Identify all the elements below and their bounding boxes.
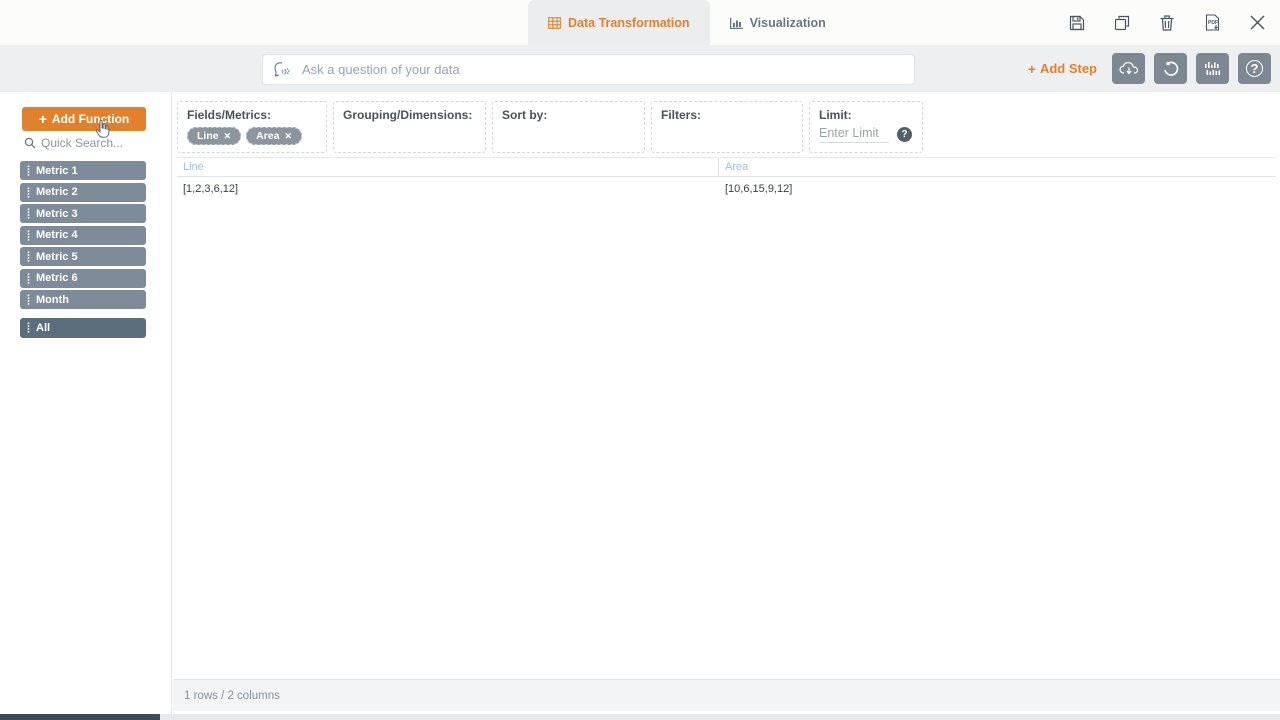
field-item-metric-5[interactable]: Metric 5	[20, 247, 146, 266]
search-icon	[24, 137, 36, 149]
limit-input[interactable]	[819, 126, 889, 143]
cloud-download-button[interactable]	[1112, 53, 1145, 84]
table-cell: [1,2,3,6,12]	[183, 183, 239, 195]
table-footer: 1 rows / 2 columns	[173, 679, 1280, 711]
field-item-month[interactable]: Month	[20, 290, 146, 309]
sort-by-dropzone[interactable]: Sort by:	[492, 101, 645, 153]
row-column-count: 1 rows / 2 columns	[184, 689, 280, 702]
field-item-metric-2[interactable]: Metric 2	[20, 182, 146, 202]
field-item-metric-6[interactable]: Metric 6	[20, 268, 146, 288]
app-window: Data Transformation Visualization PDF As…	[0, 0, 1280, 720]
top-bar: Data Transformation Visualization PDF	[0, 0, 1280, 45]
remove-chip-icon[interactable]: ✕	[224, 131, 232, 142]
scrollbar-thumb[interactable]	[0, 714, 160, 720]
field-label: Month	[36, 293, 69, 306]
field-label: Metric 5	[36, 250, 78, 263]
tab-data-transformation[interactable]: Data Transformation	[528, 0, 710, 45]
trash-icon[interactable]	[1158, 14, 1176, 32]
panel-label: Sort by:	[502, 108, 548, 122]
equalizer-icon	[1204, 61, 1222, 77]
plus-icon: +	[1027, 60, 1036, 77]
field-item-all[interactable]: All	[20, 317, 146, 338]
export-pdf-icon[interactable]: PDF	[1203, 14, 1221, 32]
panel-label: Filters:	[661, 108, 702, 122]
main-panel: Fields/Metrics: Line ✕ Area ✕ Grouping/D…	[173, 92, 1280, 714]
panel-label: Fields/Metrics:	[187, 108, 272, 122]
toolbar-actions: + Add Step ?	[1028, 53, 1271, 84]
bar-chart-icon	[729, 17, 743, 29]
help-button[interactable]: ?	[1238, 53, 1271, 84]
chip-row: Line ✕ Area ✕	[187, 127, 317, 145]
reset-button[interactable]	[1154, 53, 1187, 84]
help-icon: ?	[1246, 60, 1263, 77]
add-function-button[interactable]: + Add Function	[22, 107, 146, 131]
drag-grip-icon	[27, 272, 30, 284]
query-builder-panels: Fields/Metrics: Line ✕ Area ✕ Grouping/D…	[177, 101, 923, 153]
table-header-row: Line Area	[177, 157, 1276, 177]
field-label: Metric 6	[36, 272, 78, 284]
tab-label: Visualization	[749, 15, 826, 30]
save-icon[interactable]	[1068, 14, 1086, 32]
data-profile-button[interactable]	[1196, 53, 1229, 84]
plus-icon: +	[38, 111, 47, 127]
field-list: Metric 1 Metric 2 Metric 3 Metric 4 Metr…	[20, 161, 146, 338]
field-label: Metric 2	[36, 186, 78, 198]
tab-label: Data Transformation	[568, 15, 690, 30]
main-tabs: Data Transformation Visualization	[528, 0, 846, 45]
refresh-icon	[1162, 60, 1180, 78]
table-row: [1,2,3,6,12] [10,6,15,9,12]	[177, 177, 1276, 199]
chip-label: Line	[197, 130, 219, 142]
column-header-line[interactable]: Line	[177, 158, 719, 176]
quick-search-input[interactable]	[41, 136, 146, 150]
horizontal-scrollbar[interactable]	[0, 714, 1280, 720]
field-label: Metric 4	[36, 229, 78, 241]
chip-line[interactable]: Line ✕	[187, 127, 242, 145]
result-table: Line Area [1,2,3,6,12] [10,6,15,9,12]	[177, 157, 1276, 199]
add-function-label: Add Function	[51, 112, 130, 126]
drag-grip-icon	[27, 186, 30, 198]
panel-label: Limit:	[819, 108, 852, 122]
add-step-label: Add Step	[1039, 61, 1097, 76]
limit-panel: Limit: ?	[809, 101, 923, 153]
grouping-dimensions-dropzone[interactable]: Grouping/Dimensions:	[333, 101, 486, 153]
drag-grip-icon	[27, 165, 30, 176]
copy-icon[interactable]	[1113, 14, 1131, 32]
field-item-metric-1[interactable]: Metric 1	[20, 161, 146, 180]
panel-label: Grouping/Dimensions:	[343, 108, 473, 122]
filters-dropzone[interactable]: Filters:	[651, 101, 803, 153]
window-actions: PDF	[1068, 0, 1266, 45]
drag-grip-icon	[27, 322, 30, 333]
close-icon[interactable]	[1248, 14, 1266, 32]
quick-search[interactable]	[24, 136, 154, 150]
tab-visualization[interactable]: Visualization	[710, 0, 846, 45]
limit-row: ?	[819, 126, 913, 143]
column-header-area[interactable]: Area	[719, 158, 1276, 176]
drag-grip-icon	[27, 208, 30, 219]
chip-area[interactable]: Area ✕	[246, 127, 303, 145]
drag-grip-icon	[27, 294, 30, 305]
table-cell: [10,6,15,9,12]	[725, 183, 793, 195]
table-grid-icon	[548, 16, 561, 29]
chip-label: Area	[256, 130, 280, 142]
field-label: All	[36, 321, 51, 334]
remove-chip-icon[interactable]: ✕	[285, 131, 293, 142]
ask-question-search[interactable]	[262, 54, 915, 85]
fields-sidebar: + Add Function Metric 1 Metric 2 Metri	[0, 92, 172, 714]
voice-ask-icon	[272, 61, 294, 79]
drag-grip-icon	[27, 229, 30, 241]
field-label: Metric 3	[36, 207, 78, 220]
field-label: Metric 1	[36, 164, 78, 177]
field-item-metric-4[interactable]: Metric 4	[20, 225, 146, 245]
limit-help-icon[interactable]: ?	[897, 127, 912, 142]
query-toolbar: + Add Step	[0, 45, 1280, 92]
ask-question-input[interactable]	[302, 62, 905, 77]
fields-metrics-dropzone[interactable]: Fields/Metrics: Line ✕ Area ✕	[177, 101, 327, 153]
cloud-download-icon	[1118, 61, 1139, 77]
drag-grip-icon	[27, 251, 30, 262]
field-item-metric-3[interactable]: Metric 3	[20, 204, 146, 223]
add-step-button[interactable]: + Add Step	[1028, 61, 1097, 77]
